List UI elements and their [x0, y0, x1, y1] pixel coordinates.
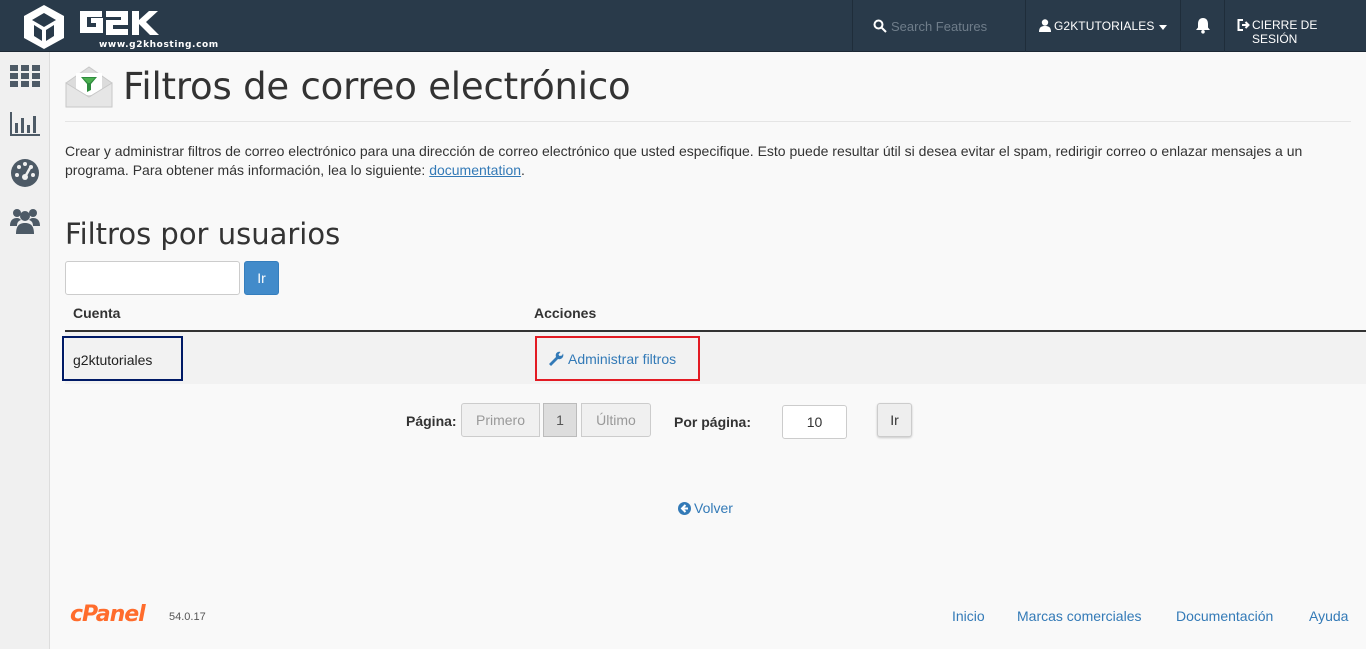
- back-label: Volver: [694, 500, 733, 516]
- column-header-actions: Acciones: [534, 305, 597, 321]
- description-end: .: [521, 162, 525, 178]
- cpanel-logo[interactable]: cPanel: [70, 602, 146, 627]
- logout-icon: [1237, 19, 1250, 31]
- notifications-button[interactable]: [1180, 0, 1224, 52]
- user-filter-search-input[interactable]: [65, 261, 240, 295]
- manage-filters-link[interactable]: Administrar filtros: [535, 336, 700, 381]
- footer-link-trademarks[interactable]: Marcas comerciales: [1017, 608, 1141, 624]
- page-title: Filtros de correo electrónico: [123, 65, 631, 108]
- filters-table: Cuenta Acciones g2ktutoriales Administra…: [62, 297, 1366, 384]
- page-label: Página:: [406, 413, 457, 429]
- sidebar: [0, 52, 50, 649]
- current-page-button[interactable]: 1: [543, 403, 577, 437]
- per-page-label: Por página:: [674, 414, 752, 430]
- column-header-account: Cuenta: [73, 305, 121, 321]
- wrench-icon: [549, 351, 564, 366]
- chevron-down-icon: [1159, 25, 1167, 30]
- sidebar-item-statistics[interactable]: [9, 108, 41, 140]
- search-input[interactable]: [891, 14, 1021, 38]
- page-description: Crear y administrar filtros de correo el…: [65, 142, 1355, 180]
- users-group-icon: [10, 209, 40, 234]
- user-icon: [1039, 19, 1051, 32]
- filter-go-button[interactable]: Ir: [244, 261, 279, 295]
- per-page-input[interactable]: 10: [782, 405, 847, 439]
- footer-link-help[interactable]: Ayuda: [1309, 608, 1348, 624]
- logout-button[interactable]: CIERRE DE SESIÓN: [1224, 0, 1366, 52]
- top-navbar: www.g2khosting.com G2KTUTORIALES CIERRE …: [0, 0, 1366, 52]
- username-label: G2KTUTORIALES: [1054, 19, 1155, 33]
- title-divider: [65, 121, 1351, 122]
- per-page-go-button[interactable]: Ir: [877, 403, 912, 437]
- sidebar-item-users[interactable]: [9, 204, 41, 236]
- cpanel-version: 54.0.17: [169, 611, 206, 623]
- manage-filters-label: Administrar filtros: [568, 351, 677, 367]
- g2k-logo[interactable]: www.g2khosting.com: [20, 3, 218, 50]
- footer-link-home[interactable]: Inicio: [952, 608, 985, 624]
- section-title: Filtros por usuarios: [65, 217, 341, 251]
- logo-url-text: www.g2khosting.com: [99, 40, 219, 50]
- user-menu[interactable]: G2KTUTORIALES: [1025, 0, 1180, 52]
- table-row: g2ktutoriales Administrar filtros: [62, 332, 1366, 384]
- back-link[interactable]: Volver: [678, 500, 733, 516]
- account-cell: g2ktutoriales: [62, 336, 183, 381]
- table-header: Cuenta Acciones: [65, 297, 1366, 332]
- footer-link-documentation[interactable]: Documentación: [1176, 608, 1273, 624]
- grid-icon: [10, 65, 40, 87]
- bell-icon: [1196, 18, 1210, 34]
- feature-search: [852, 0, 1026, 52]
- sidebar-item-dashboard[interactable]: [9, 156, 41, 188]
- logout-label: CIERRE DE SESIÓN: [1252, 18, 1318, 46]
- sidebar-item-home[interactable]: [9, 60, 41, 92]
- last-page-button[interactable]: Último: [581, 403, 651, 437]
- bar-chart-icon: [10, 112, 40, 136]
- email-filter-icon: [64, 65, 114, 114]
- main-content: Filtros de correo electrónico Crear y ad…: [50, 52, 1366, 649]
- documentation-link[interactable]: documentation: [429, 162, 521, 178]
- description-text: Crear y administrar filtros de correo el…: [65, 143, 1303, 178]
- first-page-button[interactable]: Primero: [461, 403, 540, 437]
- dashboard-gauge-icon: [11, 159, 39, 187]
- search-icon: [873, 19, 887, 33]
- arrow-left-circle-icon: [678, 502, 691, 515]
